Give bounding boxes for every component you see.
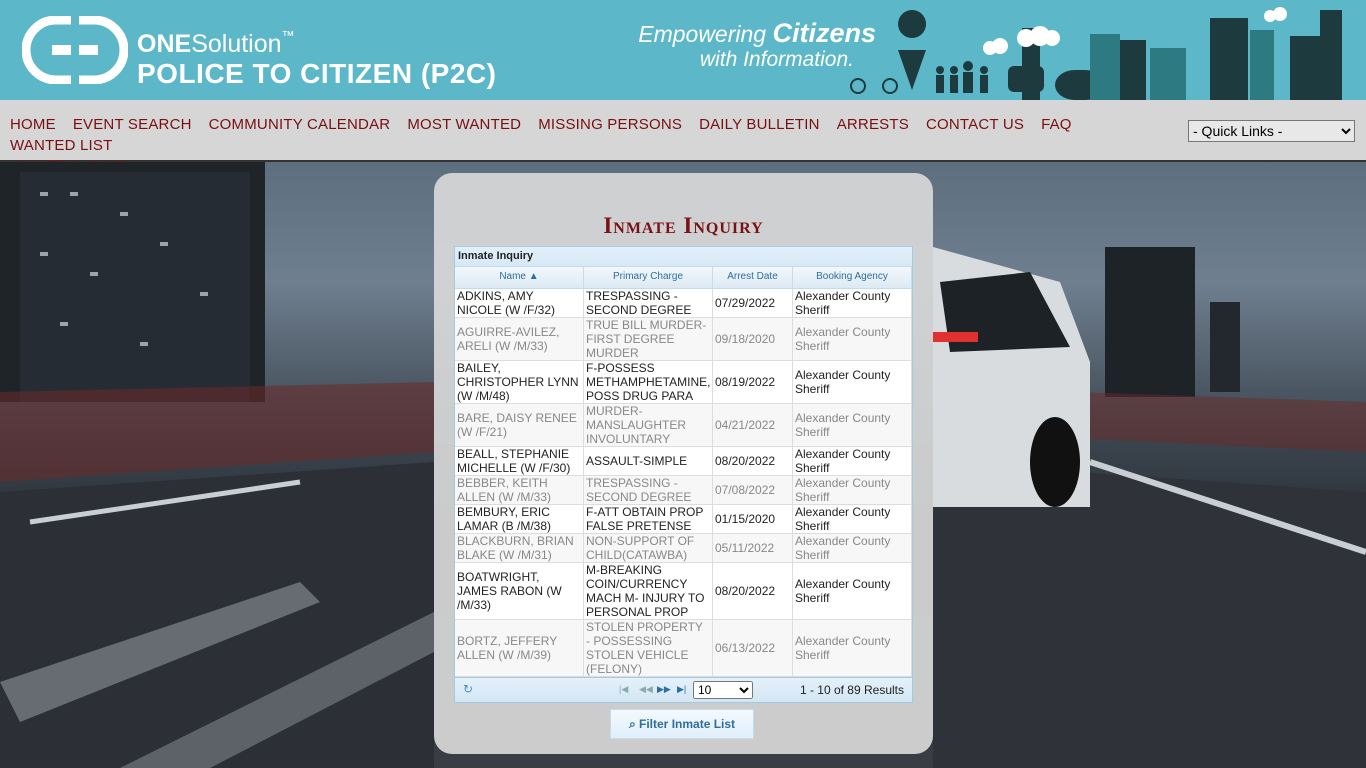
cell-agency: Alexander County Sheriff (793, 534, 912, 562)
nav-arrests[interactable]: ARRESTS (837, 114, 909, 135)
brand-title: ONESolution™ POLICE TO CITIZEN (P2C) (137, 22, 496, 90)
column-header-booking-agency[interactable]: Booking Agency (793, 267, 912, 288)
cell-charge: TRESPASSING - SECOND DEGREE (584, 289, 713, 317)
cell-agency: Alexander County Sheriff (793, 404, 912, 446)
nav-missing-persons[interactable]: MISSING PERSONS (538, 114, 682, 135)
cell-date: 08/20/2022 (713, 563, 793, 619)
table-row[interactable]: BARE, DAISY RENEE (W /F/21) MURDER-MANSLA… (455, 404, 912, 447)
table-row[interactable]: BEALL, STEPHANIE MICHELLE (W /F/30) ASSAU… (455, 447, 912, 476)
last-page-icon[interactable]: ▶| (677, 684, 686, 695)
grid-pager: ↻ |◀ ◀◀ ▶▶ ▶| 10 1 - 10 of 89 Results (455, 677, 912, 702)
cell-agency: Alexander County Sheriff (793, 447, 912, 475)
cell-name: BORTZ, JEFFERY ALLEN (W /M/39) (455, 620, 584, 676)
filter-button-label: Filter Inmate List (639, 717, 736, 731)
tagline: Empowering Citizens with Information. (620, 20, 876, 72)
inmate-grid: Inmate Inquiry Name ▲ Primary Charge Arr… (454, 246, 913, 703)
table-row[interactable]: AGUIRRE-AVILEZ, ARELI (W /M/33) TRUE BILL… (455, 318, 912, 361)
cell-date: 07/08/2022 (713, 476, 793, 504)
table-row[interactable]: BEBBER, KEITH ALLEN (W /M/33) TRESPASSING… (455, 476, 912, 505)
cell-date: 05/11/2022 (713, 534, 793, 562)
brand-tm: ™ (281, 28, 295, 43)
nav-faq[interactable]: FAQ (1041, 114, 1072, 135)
nav-contact-us[interactable]: CONTACT US (926, 114, 1024, 135)
cell-date: 04/21/2022 (713, 404, 793, 446)
cell-charge: MURDER-MANSLAUGHTER INVOLUNTARY (584, 404, 713, 446)
table-row[interactable]: BAILEY, CHRISTOPHER LYNN (W /M/48) F-POSS… (455, 361, 912, 404)
cell-name: BLACKBURN, BRIAN BLAKE (W /M/31) (455, 534, 584, 562)
site-header: ONESolution™ POLICE TO CITIZEN (P2C) Emp… (0, 0, 1366, 100)
page-size-select[interactable]: 10 (693, 681, 753, 699)
cell-agency: Alexander County Sheriff (793, 505, 912, 533)
nav-event-search[interactable]: EVENT SEARCH (73, 114, 192, 135)
grid-header: Name ▲ Primary Charge Arrest Date Bookin… (455, 266, 912, 289)
brand-solution: Solution (191, 30, 282, 58)
brand-subtitle: POLICE TO CITIZEN (P2C) (137, 58, 497, 89)
cell-agency: Alexander County Sheriff (793, 476, 912, 504)
cell-agency: Alexander County Sheriff (793, 620, 912, 676)
city-skyline-icon (850, 7, 1342, 100)
onesolution-logo-icon[interactable] (22, 16, 128, 84)
table-row[interactable]: BOATWRIGHT, JAMES RABON (W /M/33) M-BREAK… (455, 563, 912, 620)
page-title: Inmate Inquiry (603, 213, 764, 238)
prev-page-icon[interactable]: ◀◀ (639, 684, 653, 695)
first-page-icon[interactable]: |◀ (619, 684, 628, 695)
next-page-icon[interactable]: ▶▶ (657, 684, 671, 695)
nav-most-wanted[interactable]: MOST WANTED (407, 114, 521, 135)
cell-date: 07/29/2022 (713, 289, 793, 317)
grid-caption: Inmate Inquiry (455, 247, 912, 266)
cell-date: 08/19/2022 (713, 361, 793, 403)
cell-name: BOATWRIGHT, JAMES RABON (W /M/33) (455, 563, 584, 619)
cell-date: 09/18/2020 (713, 318, 793, 360)
cell-agency: Alexander County Sheriff (793, 289, 912, 317)
tagline-line2: with Information. (699, 48, 854, 71)
cell-agency: Alexander County Sheriff (793, 318, 912, 360)
cell-charge: F-ATT OBTAIN PROP FALSE PRETENSE (584, 505, 713, 533)
cell-date: 06/13/2022 (713, 620, 793, 676)
brand-one: ONE (137, 30, 192, 58)
cell-charge: F-POSSESS METHAMPHETAMINE, POSS DRUG PAR… (584, 361, 713, 403)
table-row[interactable]: BORTZ, JEFFERY ALLEN (W /M/39) STOLEN PRO… (455, 620, 912, 677)
cell-charge: NON-SUPPORT OF CHILD(CATAWBA) (584, 534, 713, 562)
tagline-prefix: Empowering (638, 21, 773, 47)
table-row[interactable]: ADKINS, AMY NICOLE (W /F/32) TRESPASSING … (455, 289, 912, 318)
cell-agency: Alexander County Sheriff (793, 361, 912, 403)
cell-name: BEBBER, KEITH ALLEN (W /M/33) (455, 476, 584, 504)
cell-agency: Alexander County Sheriff (793, 563, 912, 619)
cell-charge: STOLEN PROPERTY - POSSESSING STOLEN VEHI… (584, 620, 713, 676)
cell-name: BEMBURY, ERIC LAMAR (B /M/38) (455, 505, 584, 533)
cell-date: 01/15/2020 (713, 505, 793, 533)
column-header-name[interactable]: Name ▲ (455, 267, 584, 288)
cell-charge: TRESPASSING - SECOND DEGREE (584, 476, 713, 504)
refresh-icon[interactable]: ↻ (463, 682, 473, 696)
cell-charge: M-BREAKING COIN/CURRENCY MACH M- INJURY … (584, 563, 713, 619)
column-header-arrest-date[interactable]: Arrest Date (713, 267, 793, 288)
quick-links-select[interactable]: - Quick Links - (1188, 120, 1355, 142)
cell-name: AGUIRRE-AVILEZ, ARELI (W /M/33) (455, 318, 584, 360)
nav-home[interactable]: HOME (10, 114, 56, 135)
cell-charge: TRUE BILL MURDER-FIRST DEGREE MURDER (584, 318, 713, 360)
nav-daily-bulletin[interactable]: DAILY BULLETIN (699, 114, 820, 135)
table-row[interactable]: BLACKBURN, BRIAN BLAKE (W /M/31) NON-SUPP… (455, 534, 912, 563)
cell-name: BEALL, STEPHANIE MICHELLE (W /F/30) (455, 447, 584, 475)
search-icon: ⌕ (628, 717, 636, 731)
cell-name: BAILEY, CHRISTOPHER LYNN (W /M/48) (455, 361, 584, 403)
column-header-primary-charge[interactable]: Primary Charge (584, 267, 713, 288)
grid-body: ADKINS, AMY NICOLE (W /F/32) TRESPASSING … (455, 289, 912, 677)
filter-inmate-list-button[interactable]: ⌕ Filter Inmate List (610, 709, 754, 739)
result-count: 1 - 10 of 89 Results (799, 683, 904, 697)
cell-name: BARE, DAISY RENEE (W /F/21) (455, 404, 584, 446)
main-nav: HOME EVENT SEARCH COMMUNITY CALENDAR MOST W… (0, 100, 1366, 175)
cell-charge: ASSAULT-SIMPLE (584, 447, 713, 475)
table-row[interactable]: BEMBURY, ERIC LAMAR (B /M/38) F-ATT OBTAI… (455, 505, 912, 534)
nav-community-calendar[interactable]: COMMUNITY CALENDAR (209, 114, 391, 135)
cell-name: ADKINS, AMY NICOLE (W /F/32) (455, 289, 584, 317)
nav-wanted-list[interactable]: WANTED LIST (10, 135, 112, 156)
cell-date: 08/20/2022 (713, 447, 793, 475)
